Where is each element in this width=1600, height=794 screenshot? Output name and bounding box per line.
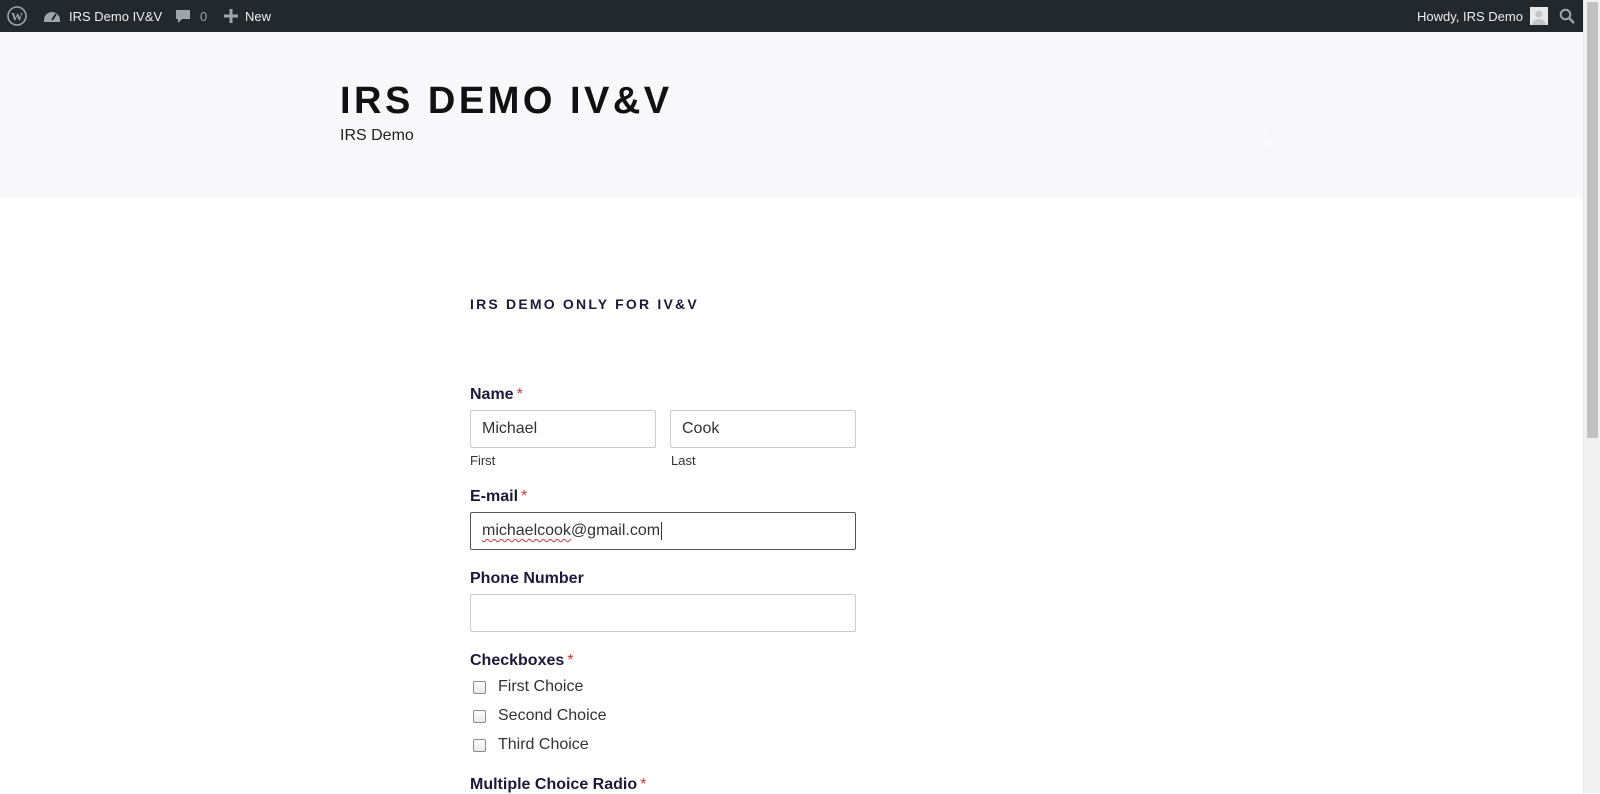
- scrollbar-thumb[interactable]: [1587, 2, 1598, 438]
- phone-number-input[interactable]: [470, 594, 856, 632]
- checkbox-label[interactable]: Second Choice: [498, 707, 607, 725]
- comments-count: 0: [200, 8, 208, 24]
- email-input[interactable]: michaelcook @gmail.com: [470, 512, 856, 550]
- required-marker: *: [516, 386, 523, 403]
- text-cursor: [661, 522, 663, 540]
- site-description: IRS Demo: [340, 127, 414, 144]
- checkboxes-field-label: Checkboxes *: [470, 652, 574, 670]
- checkbox-label[interactable]: Third Choice: [498, 736, 589, 754]
- phone-field-label: Phone Number: [470, 570, 584, 587]
- required-marker: *: [567, 652, 574, 669]
- required-marker: *: [640, 776, 647, 793]
- site-header: IRS DEMO IV&V IRS Demo: [0, 32, 1583, 197]
- page-scrollbar[interactable]: [1583, 0, 1600, 793]
- last-name-input[interactable]: [670, 410, 856, 448]
- site-title[interactable]: IRS DEMO IV&V: [340, 80, 673, 123]
- email-label-text: E-mail: [470, 488, 519, 505]
- plus-icon: [224, 9, 238, 23]
- site-name-label: IRS Demo IV&V: [69, 8, 163, 24]
- radio-label-text: Multiple Choice Radio: [470, 776, 638, 793]
- first-name-input[interactable]: [470, 410, 656, 448]
- new-content-menu[interactable]: New: [224, 0, 271, 32]
- checkboxes-label-text: Checkboxes: [470, 652, 565, 669]
- name-field-label: Name *: [470, 386, 523, 404]
- email-value-domain: @gmail.com: [570, 522, 661, 539]
- page-title: IRS DEMO ONLY FOR IV&V: [470, 296, 699, 312]
- avatar: [1529, 7, 1548, 25]
- email-field-label: E-mail *: [470, 488, 527, 506]
- arrow-down-icon[interactable]: [1258, 128, 1274, 148]
- search-icon[interactable]: [1559, 0, 1575, 32]
- dashboard-icon: [43, 8, 61, 24]
- comment-icon: [175, 8, 191, 24]
- admin-bar: W IRS Demo IV&V 0 New Howdy, IRS Demo: [0, 0, 1583, 32]
- checkbox[interactable]: [473, 680, 486, 694]
- checkbox-option[interactable]: Third Choice: [473, 736, 589, 754]
- first-name-sublabel: First: [470, 453, 496, 468]
- comments-menu[interactable]: 0: [175, 0, 207, 32]
- radio-field-label: Multiple Choice Radio *: [470, 776, 646, 794]
- wordpress-logo-icon[interactable]: W: [7, 0, 27, 32]
- checkbox[interactable]: [473, 709, 486, 723]
- email-value-user: michaelcook: [482, 522, 571, 539]
- site-name-menu[interactable]: IRS Demo IV&V: [43, 0, 162, 32]
- last-name-sublabel: Last: [671, 453, 696, 468]
- name-label-text: Name: [470, 386, 514, 403]
- checkbox-option[interactable]: Second Choice: [473, 707, 607, 725]
- my-account-menu[interactable]: Howdy, IRS Demo: [1417, 0, 1548, 32]
- checkbox-option[interactable]: First Choice: [473, 678, 583, 696]
- svg-text:W: W: [11, 10, 23, 24]
- checkbox-label[interactable]: First Choice: [498, 678, 583, 696]
- greeting-label: Howdy, IRS Demo: [1417, 8, 1523, 24]
- checkbox[interactable]: [473, 738, 486, 752]
- required-marker: *: [521, 488, 528, 505]
- new-label: New: [245, 8, 272, 24]
